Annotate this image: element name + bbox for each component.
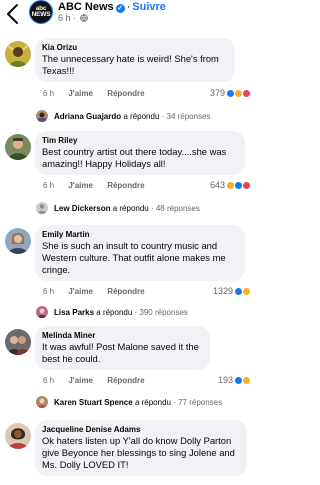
view-replies-link[interactable]: Lew Dickerson a répondu · 48 réponses xyxy=(36,202,200,214)
reply-author: Lisa Parks xyxy=(54,307,95,317)
comment-bubble: Emily Martin She is such an insult to co… xyxy=(35,225,245,281)
reaction-summary[interactable]: 193 xyxy=(218,375,251,385)
reply-button[interactable]: Répondre xyxy=(107,376,144,385)
reply-verb: a répondu xyxy=(123,111,160,121)
globe-icon xyxy=(79,14,88,24)
reply-author: Karen Stuart Spence xyxy=(54,397,133,407)
reply-count: 390 réponses xyxy=(139,307,188,317)
like-button[interactable]: J'aime xyxy=(68,181,93,190)
separator-dot: · xyxy=(126,1,131,13)
reply-verb: a répondu xyxy=(96,307,133,317)
view-replies-link[interactable]: Lisa Parks a répondu · 390 réponses xyxy=(36,306,188,318)
comment-actions: 6 h J'aime Répondre xyxy=(43,287,157,296)
reaction-summary[interactable]: 1329 xyxy=(213,286,251,296)
comment-bubble: Tim Riley Best country artist out there … xyxy=(35,131,245,175)
avatar[interactable] xyxy=(5,134,31,160)
comments-screen: abc NEWS ABC News ✓ · Suivre 6 h · Kia Oriz… xyxy=(0,0,253,485)
comment-text: The unnecessary hate is weird! She's fro… xyxy=(42,53,219,76)
comment-time[interactable]: 6 h xyxy=(43,287,54,296)
like-button[interactable]: J'aime xyxy=(68,287,93,296)
comment-author[interactable]: Kia Orizu xyxy=(42,42,227,53)
comment-author[interactable]: Tim Riley xyxy=(42,135,237,146)
avatar[interactable] xyxy=(5,41,31,67)
haha-reaction-icon xyxy=(242,375,251,385)
reply-count: 34 réponses xyxy=(166,111,211,121)
comment-text: She is such an insult to country music a… xyxy=(42,240,226,275)
post-meta: 6 h · xyxy=(58,13,88,24)
comment-author[interactable]: Jacqueline Denise Adams xyxy=(42,424,239,435)
comment-text: Best country artist out there today....s… xyxy=(42,146,227,169)
comment-actions: 6 h J'aime Répondre xyxy=(43,89,157,98)
comment-actions: 6 h J'aime Répondre xyxy=(43,376,157,385)
comment-bubble: Jacqueline Denise Adams Ok haters listen… xyxy=(35,420,247,476)
avatar xyxy=(36,110,48,122)
comment-time[interactable]: 6 h xyxy=(43,181,54,190)
separator-dot: · xyxy=(148,203,156,213)
avatar[interactable] xyxy=(5,423,31,449)
reply-button[interactable]: Répondre xyxy=(107,287,144,296)
reply-verb: a répondu xyxy=(112,203,149,213)
reply-button[interactable]: Répondre xyxy=(107,181,144,190)
reaction-count: 643 xyxy=(209,180,225,190)
page-name[interactable]: ABC News xyxy=(58,1,114,13)
reply-verb: a répondu xyxy=(134,397,171,407)
comment-author[interactable]: Melinda Miner xyxy=(42,330,202,341)
avatar[interactable] xyxy=(5,329,31,355)
comment-time[interactable]: 6 h xyxy=(43,89,54,98)
reply-author: Adriana Guajardo xyxy=(54,111,122,121)
separator-dot: · xyxy=(132,307,140,317)
post-time[interactable]: 6 h xyxy=(58,13,71,23)
like-button[interactable]: J'aime xyxy=(68,89,93,98)
reaction-count: 379 xyxy=(209,88,225,98)
back-arrow-icon[interactable] xyxy=(3,2,25,26)
view-replies-link[interactable]: Adriana Guajardo a répondu · 34 réponses xyxy=(36,110,211,122)
reaction-summary[interactable]: 379 xyxy=(210,88,251,98)
avatar xyxy=(36,396,48,408)
view-replies-link[interactable]: Karen Stuart Spence a répondu · 77 répon… xyxy=(36,396,222,408)
reaction-count: 193 xyxy=(217,375,233,385)
reply-author: Lew Dickerson xyxy=(54,203,111,213)
reply-count: 48 réponses xyxy=(155,203,200,213)
love-reaction-icon xyxy=(242,180,251,190)
haha-reaction-icon xyxy=(242,286,251,296)
like-button[interactable]: J'aime xyxy=(68,376,93,385)
separator-dot: · xyxy=(73,13,79,23)
separator-dot: · xyxy=(170,397,179,407)
avatar[interactable] xyxy=(5,228,31,254)
love-reaction-icon xyxy=(242,88,251,98)
follow-button[interactable]: Suivre xyxy=(132,1,166,13)
page-avatar[interactable]: abc NEWS xyxy=(29,0,53,24)
comment-time[interactable]: 6 h xyxy=(43,376,54,385)
comment-bubble: Kia Orizu The unnecessary hate is weird!… xyxy=(35,38,235,82)
page-name-row: ABC News ✓ · Suivre xyxy=(58,1,166,13)
reply-count: 77 réponses xyxy=(178,397,223,407)
avatar xyxy=(36,306,48,318)
comment-author[interactable]: Emily Martin xyxy=(42,229,237,240)
comment-bubble: Melinda Miner It was awful! Post Malone … xyxy=(35,326,210,370)
reaction-summary[interactable]: 643 xyxy=(210,180,251,190)
comment-text: It was awful! Post Malone saved it the b… xyxy=(42,341,199,364)
avatar xyxy=(36,202,48,214)
reply-button[interactable]: Répondre xyxy=(107,89,144,98)
separator-dot: · xyxy=(159,111,167,121)
verified-badge-icon: ✓ xyxy=(115,4,125,13)
comment-text: Ok haters listen up Y'all do know Dolly … xyxy=(42,435,235,470)
comment-actions: 6 h J'aime Répondre xyxy=(43,181,157,190)
post-header: abc NEWS ABC News ✓ · Suivre 6 h · xyxy=(0,0,253,30)
reaction-count: 1329 xyxy=(212,286,233,296)
